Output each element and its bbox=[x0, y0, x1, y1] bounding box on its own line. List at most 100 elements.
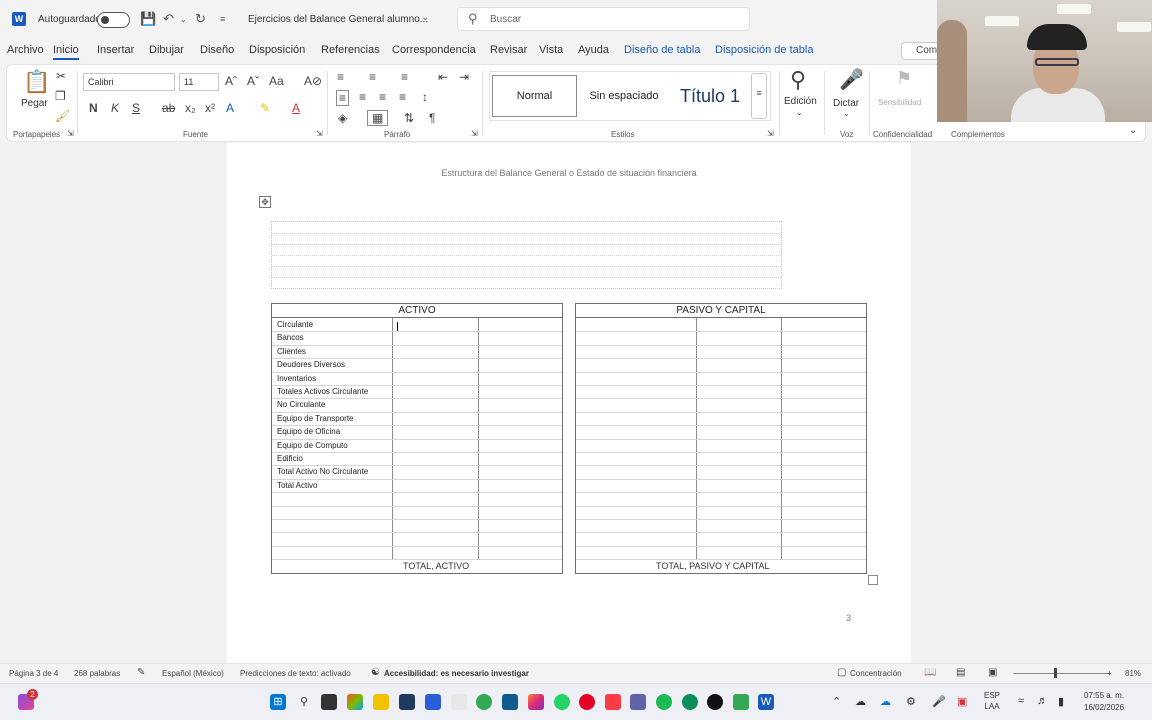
numbering-icon[interactable]: ≡ bbox=[369, 70, 376, 84]
chrome-icon[interactable] bbox=[476, 694, 492, 710]
undo-icon[interactable]: ↶ bbox=[163, 11, 174, 27]
app-icon[interactable] bbox=[451, 694, 467, 710]
style-titulo-1[interactable]: Título 1 bbox=[670, 75, 750, 117]
dialog-launcher-icon[interactable]: ⇲ bbox=[471, 129, 478, 138]
activo-row-label[interactable]: Circulante bbox=[277, 320, 313, 329]
tab-dibujar[interactable]: Dibujar bbox=[149, 44, 184, 56]
style-normal[interactable]: Normal bbox=[492, 75, 577, 117]
styles-more-button[interactable]: ≡ bbox=[751, 73, 767, 119]
shrink-font-icon[interactable]: Aˇ bbox=[247, 74, 259, 88]
activo-row-label[interactable]: Edificio bbox=[277, 454, 303, 463]
word-count[interactable]: 268 palabras bbox=[74, 669, 120, 678]
pinterest-icon[interactable] bbox=[579, 694, 595, 710]
teams-icon[interactable] bbox=[630, 694, 646, 710]
sensitivity-label[interactable]: Sensibilidad bbox=[878, 98, 921, 107]
whatsapp-icon[interactable] bbox=[554, 694, 570, 710]
read-mode-icon[interactable]: 📖 bbox=[924, 667, 936, 678]
tab-inicio[interactable]: Inicio bbox=[53, 44, 79, 60]
edge-icon[interactable] bbox=[682, 694, 698, 710]
undo-dropdown-icon[interactable]: ⌄ bbox=[180, 15, 187, 24]
align-right-icon[interactable]: ≡ bbox=[379, 90, 386, 104]
word-taskbar-icon[interactable]: W bbox=[758, 694, 774, 710]
tab-revisar[interactable]: Revisar bbox=[490, 44, 527, 56]
activo-row-label[interactable]: Equipo de Oficina bbox=[277, 427, 340, 436]
clock[interactable]: 07:55 a. m. 16/02/2026 bbox=[1084, 690, 1124, 714]
text-effects-icon[interactable]: A bbox=[226, 101, 234, 115]
tab-diseno-de-tabla[interactable]: Diseño de tabla bbox=[624, 44, 700, 56]
paste-label[interactable]: Pegar bbox=[21, 98, 48, 109]
increase-indent-icon[interactable]: ⇥ bbox=[459, 70, 469, 84]
dialog-launcher-icon[interactable]: ⇲ bbox=[767, 129, 774, 138]
tab-diseno[interactable]: Diseño bbox=[200, 44, 234, 56]
accessibility-status[interactable]: Accesibilidad: es necesario investigar bbox=[384, 669, 529, 678]
customize-toolbar-icon[interactable]: ≡ bbox=[220, 14, 225, 24]
sensitivity-icon[interactable]: ⚑ bbox=[896, 68, 912, 89]
text-predictions-status[interactable]: Predicciones de texto: activado bbox=[240, 669, 351, 678]
search-icon[interactable]: ⚲ bbox=[296, 694, 312, 710]
activo-row-label[interactable]: Equipo de Computo bbox=[277, 441, 348, 450]
activo-row-label[interactable]: Bancos bbox=[277, 333, 304, 342]
dialog-launcher-icon[interactable]: ⇲ bbox=[67, 129, 74, 138]
justify-icon[interactable]: ≡ bbox=[399, 90, 406, 104]
document-title[interactable]: Ejercicios del Balance General alumno... bbox=[248, 14, 428, 25]
wifi-icon[interactable]: ≈ bbox=[1018, 695, 1024, 707]
cut-icon[interactable]: ✂ bbox=[56, 69, 66, 83]
tab-vista[interactable]: Vista bbox=[539, 44, 563, 56]
bold-button[interactable]: N bbox=[89, 101, 98, 115]
activo-row-label[interactable]: Totales Activos Circulante bbox=[277, 387, 368, 396]
tab-disposicion-de-tabla[interactable]: Disposición de tabla bbox=[715, 44, 813, 56]
spotify-icon[interactable] bbox=[656, 694, 672, 710]
align-center-icon[interactable]: ≡ bbox=[359, 90, 366, 104]
web-layout-icon[interactable]: ▣ bbox=[988, 667, 997, 678]
activo-row-label[interactable]: Total Activo bbox=[277, 481, 317, 490]
page-count[interactable]: Página 3 de 4 bbox=[9, 669, 58, 678]
chevron-down-icon[interactable]: ⌄ bbox=[796, 108, 803, 117]
collapse-ribbon-icon[interactable]: ⌄ bbox=[1129, 125, 1137, 136]
font-name-field[interactable]: Calibri bbox=[83, 73, 175, 91]
subscript-icon[interactable]: x₂ bbox=[185, 101, 196, 115]
grow-font-icon[interactable]: Aˆ bbox=[225, 74, 237, 88]
tab-ayuda[interactable]: Ayuda bbox=[578, 44, 609, 56]
paste-icon[interactable]: 📋 bbox=[23, 69, 50, 95]
format-painter-icon[interactable]: 🖌 bbox=[55, 109, 70, 123]
task-view-icon[interactable] bbox=[321, 694, 337, 710]
tray-icon[interactable]: ▣ bbox=[957, 695, 967, 708]
strikethrough-icon[interactable]: ab bbox=[162, 101, 175, 115]
redo-icon[interactable]: ↻ bbox=[195, 11, 206, 27]
line-spacing-icon[interactable]: ↕ bbox=[422, 90, 428, 104]
search-input[interactable]: ⚲ Buscar bbox=[457, 7, 750, 31]
search-icon[interactable]: ⚲ bbox=[790, 67, 806, 93]
chevron-down-icon[interactable]: ⌄ bbox=[421, 12, 429, 23]
focus-mode-button[interactable]: Concentración bbox=[850, 669, 902, 678]
activo-row-label[interactable]: Inventarios bbox=[277, 374, 316, 383]
zoom-slider[interactable] bbox=[1015, 673, 1111, 674]
save-icon[interactable]: 💾 bbox=[140, 11, 156, 27]
superscript-icon[interactable]: x² bbox=[205, 101, 215, 115]
activo-row-label[interactable]: No Circulante bbox=[277, 400, 325, 409]
italic-button[interactable]: K bbox=[111, 101, 119, 115]
copy-icon[interactable]: ❐ bbox=[55, 89, 66, 103]
clear-formatting-icon[interactable]: A⊘ bbox=[304, 74, 322, 88]
shading-icon[interactable]: ◈ bbox=[338, 111, 347, 125]
font-size-field[interactable]: 11 bbox=[179, 73, 219, 91]
tray-icon[interactable]: ☁ bbox=[855, 695, 866, 708]
multilevel-list-icon[interactable]: ≡ bbox=[401, 70, 408, 84]
zoom-slider-thumb[interactable] bbox=[1054, 668, 1057, 678]
dictate-label[interactable]: Dictar bbox=[833, 98, 859, 109]
autosave-toggle[interactable] bbox=[97, 12, 130, 28]
language-status[interactable]: Español (México) bbox=[162, 669, 224, 678]
instagram-icon[interactable] bbox=[528, 694, 544, 710]
language-indicator[interactable]: ESP LAA bbox=[984, 690, 1000, 712]
bullets-icon[interactable]: ≡ bbox=[337, 70, 344, 84]
zoom-level[interactable]: 81% bbox=[1125, 669, 1141, 678]
app-icon[interactable] bbox=[707, 694, 723, 710]
tray-icon[interactable]: ⚙ bbox=[906, 695, 916, 708]
change-case-icon[interactable]: Aa bbox=[269, 74, 284, 88]
style-sin-espaciado[interactable]: Sin espaciado bbox=[580, 75, 668, 117]
battery-icon[interactable]: ▮ bbox=[1058, 695, 1064, 708]
underline-button[interactable]: S bbox=[132, 101, 140, 115]
dialog-launcher-icon[interactable]: ⇲ bbox=[316, 129, 323, 138]
zoom-in-icon[interactable]: + bbox=[1107, 669, 1112, 678]
microphone-icon[interactable]: 🎤 bbox=[932, 695, 946, 708]
font-color-icon[interactable]: A bbox=[292, 101, 300, 115]
